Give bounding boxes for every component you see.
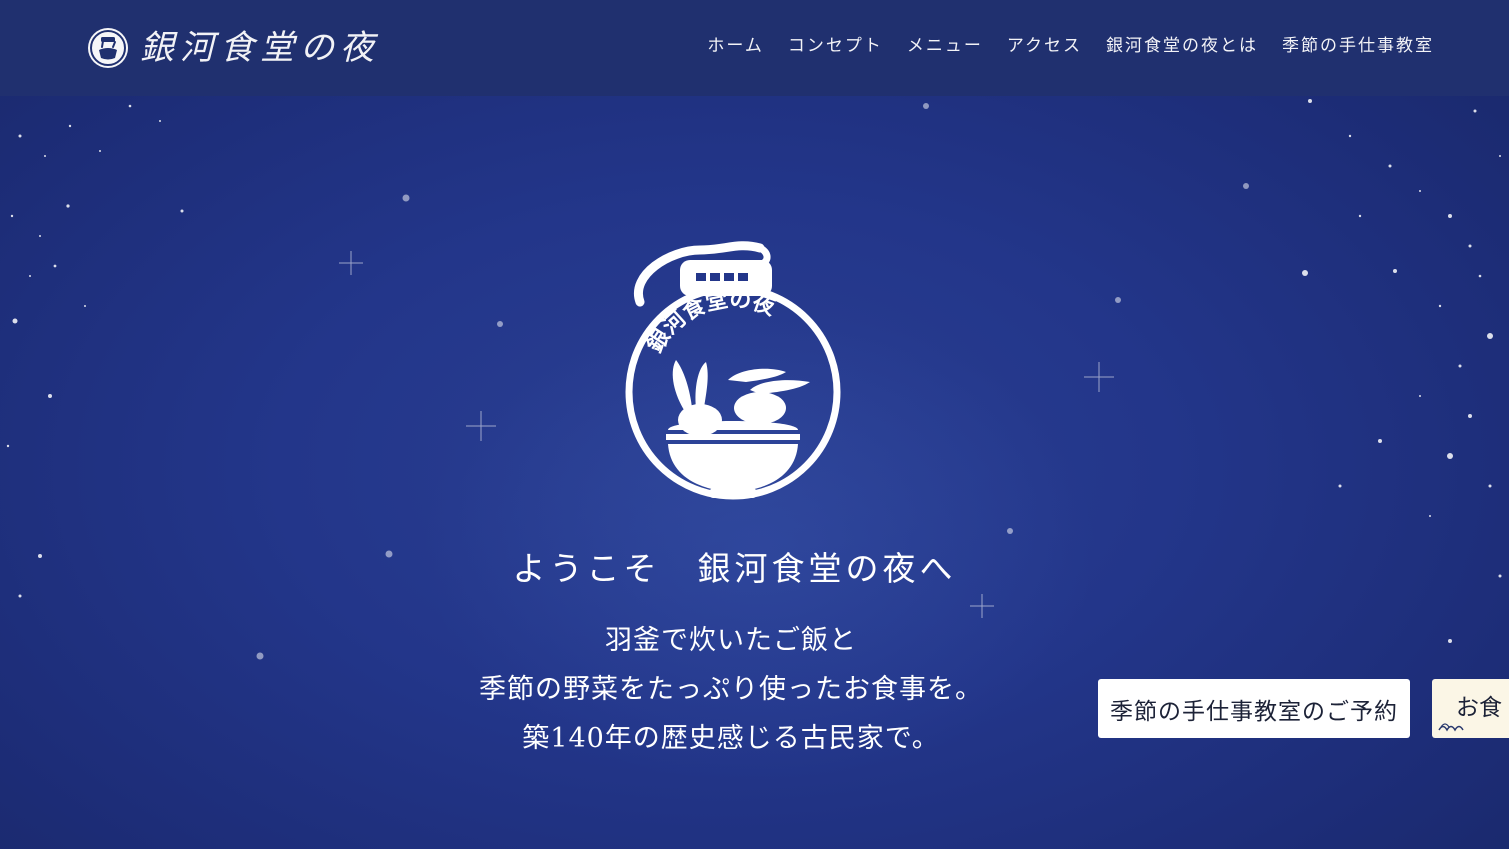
wave-icon xyxy=(1438,723,1464,732)
nav-item-workshop[interactable]: 季節の手仕事教室 xyxy=(1282,34,1434,58)
brand-name: 銀河食堂の夜 xyxy=(140,28,380,68)
nav-item-about[interactable]: 銀河食堂の夜とは xyxy=(1106,34,1258,58)
rice-bowl-logo-icon xyxy=(88,28,128,68)
brand-logo[interactable]: 銀河食堂の夜 xyxy=(88,26,380,70)
page: 銀河食堂の夜 ホーム コンセプト メニュー アクセス 銀河食堂の夜とは 季節の手… xyxy=(0,0,1509,849)
main-nav: ホーム コンセプト メニュー アクセス 銀河食堂の夜とは 季節の手仕事教室 xyxy=(707,34,1434,58)
rabbits-rice-bowl-emblem-icon: 銀河食堂の夜 xyxy=(625,241,841,500)
meal-reservation-label: お食 xyxy=(1456,695,1502,721)
tagline-line: 羽釜で炊いたご飯と xyxy=(605,625,857,656)
welcome-heading: ようこそ 銀河食堂の夜へ xyxy=(512,549,957,588)
nav-item-home[interactable]: ホーム xyxy=(707,34,764,58)
nav-item-concept[interactable]: コンセプト xyxy=(788,34,883,58)
workshop-reservation-button[interactable]: 季節の手仕事教室のご予約 xyxy=(1098,679,1410,738)
emblem-text: 銀河食堂の夜 xyxy=(642,286,779,357)
hero-section: 銀河食堂の夜 ようこそ 銀河食堂の夜へ 羽釜で炊いたご飯と 季節の野菜をたっぷり… xyxy=(0,96,1509,849)
meal-reservation-button[interactable]: お食 xyxy=(1432,679,1509,738)
site-header: 銀河食堂の夜 ホーム コンセプト メニュー アクセス 銀河食堂の夜とは 季節の手… xyxy=(0,0,1509,96)
nav-item-access[interactable]: アクセス xyxy=(1007,34,1082,58)
nav-item-menu[interactable]: メニュー xyxy=(907,34,983,58)
